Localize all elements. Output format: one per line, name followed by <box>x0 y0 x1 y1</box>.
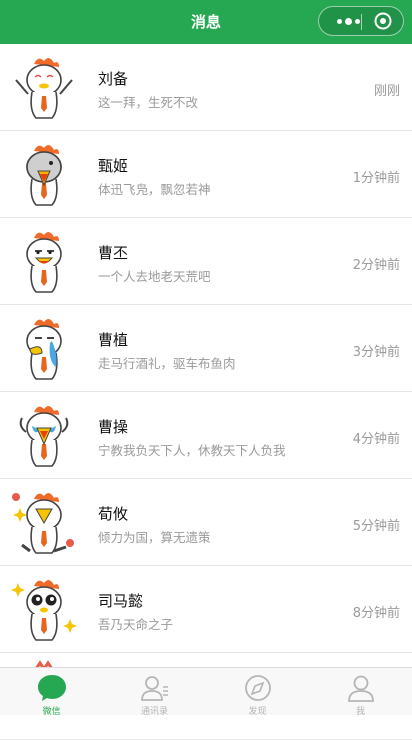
chicken-cheer-avatar <box>15 57 73 119</box>
conversation-item[interactable]: 曹操 宁教我负天下人，休教天下人负我 4分钟前 <box>0 392 412 479</box>
conversation-list: 刘备 这一拜，生死不改 刚刚 甄姬 体迅飞凫，飘忽若神 1分钟前 曹丕 一个人去… <box>0 44 412 740</box>
capsule-divider <box>361 14 362 30</box>
conversation-item[interactable]: 曹丕 一个人去地老天荒吧 2分钟前 <box>0 218 412 305</box>
last-message: 吾乃天命之子 <box>98 617 174 632</box>
tab-label: 通讯录 <box>140 707 168 717</box>
close-miniprogram-icon[interactable] <box>374 12 392 30</box>
conversation-item[interactable]: 司马懿 吾乃天命之子 8分钟前 <box>0 566 412 653</box>
message-time: 8分钟前 <box>352 606 400 621</box>
contacts-icon <box>140 676 168 701</box>
tab-chats[interactable]: 微信 <box>0 668 103 717</box>
message-time: 1分钟前 <box>352 171 400 186</box>
conversation-item[interactable]: 甄姬 体迅飞凫，飘忽若神 1分钟前 <box>0 131 412 218</box>
message-time: 2分钟前 <box>352 258 400 273</box>
tab-label: 发现 <box>248 707 267 717</box>
tab-contacts[interactable]: 通讯录 <box>103 668 206 717</box>
tab-discover[interactable]: 发现 <box>206 668 309 717</box>
last-message: 走马行酒礼，驱车布鱼肉 <box>98 356 236 371</box>
contact-name: 司马懿 <box>98 592 144 610</box>
last-message: 一个人去地老天荒吧 <box>98 269 211 284</box>
tab-label: 我 <box>355 707 365 717</box>
message-time: 刚刚 <box>373 84 400 99</box>
tab-label: 微信 <box>42 707 61 717</box>
app-header: 消息 <box>0 0 412 44</box>
last-message: 宁教我负天下人，休教天下人负我 <box>98 443 286 458</box>
chat-icon <box>37 675 66 701</box>
last-message: 这一拜，生死不改 <box>98 95 199 110</box>
message-time: 5分钟前 <box>352 519 400 534</box>
dot-icon <box>354 18 360 24</box>
conversation-item[interactable]: 曹植 走马行酒礼，驱车布鱼肉 3分钟前 <box>0 305 412 392</box>
chicken-dance-avatar <box>12 492 74 554</box>
profile-icon <box>347 675 374 702</box>
contact-name: 甄姬 <box>98 157 129 175</box>
mini-program-capsule <box>318 6 404 36</box>
contact-name: 荀攸 <box>98 505 129 523</box>
message-time: 3分钟前 <box>352 345 400 360</box>
chicken-shout-avatar <box>26 144 62 206</box>
compass-icon <box>244 675 271 701</box>
last-message: 体迅飞凫，飘忽若神 <box>98 182 211 197</box>
more-options-button[interactable] <box>331 7 365 35</box>
dot-icon <box>344 17 352 25</box>
tab-me[interactable]: 我 <box>309 668 412 717</box>
contact-name: 曹植 <box>98 331 129 349</box>
bottom-tab-bar: 微信 通讯录 发现 我 <box>0 667 412 717</box>
chicken-smug-avatar <box>26 231 62 293</box>
message-time: 4分钟前 <box>352 432 400 447</box>
contact-name: 刘备 <box>98 70 129 88</box>
chicken-scream-avatar <box>19 405 69 467</box>
last-message: 倾力为国，算无遗策 <box>98 530 211 545</box>
dot-icon <box>336 18 342 24</box>
conversation-item[interactable]: 荀攸 倾力为国，算无遗策 5分钟前 <box>0 479 412 566</box>
chicken-cry-avatar <box>26 318 62 380</box>
contact-name: 曹操 <box>98 418 129 436</box>
contact-name: 曹丕 <box>98 244 129 262</box>
chicken-starry-eyes-avatar <box>11 579 77 641</box>
conversation-item[interactable]: 刘备 这一拜，生死不改 刚刚 <box>0 44 412 131</box>
